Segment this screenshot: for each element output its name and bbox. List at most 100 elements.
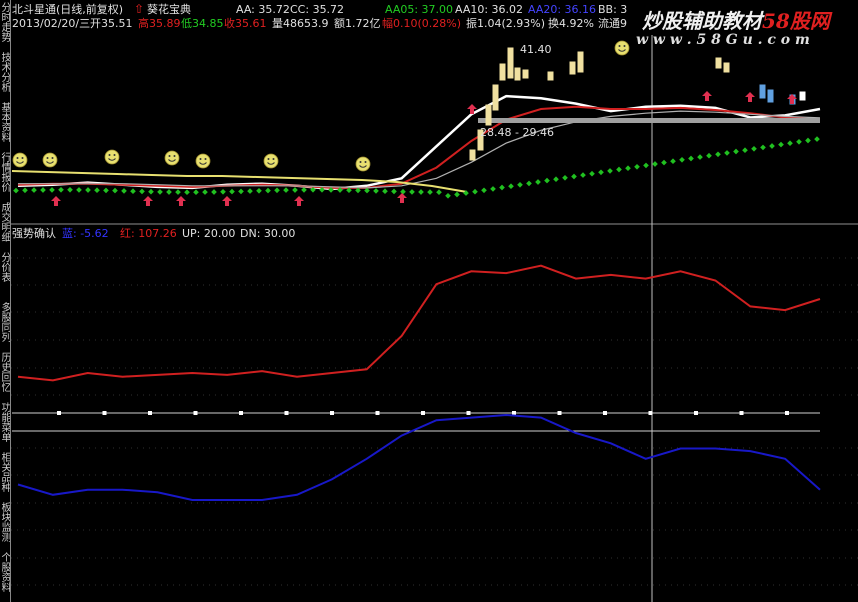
green-dot [274,187,280,194]
candlestick [469,149,476,161]
green-dot [724,150,730,156]
smiley-icon [355,156,371,172]
green-dot [247,188,253,194]
green-dot [553,176,559,183]
green-dot [184,189,190,196]
green-dot [229,188,235,195]
watermark-url: w w w . 5 8 G u . c o m [636,32,810,48]
buy-arrow-icon [745,92,755,102]
reference-marker [648,411,653,415]
candlestick [723,62,730,73]
green-dot [688,155,694,162]
green-dot [535,179,541,185]
green-dot [85,187,91,193]
green-dot [157,189,163,195]
green-dot [607,168,613,174]
buy-arrow-icon [397,193,407,203]
green-dot [697,154,703,160]
buy-arrow-icon [294,196,304,206]
green-dot [805,137,811,144]
candlestick [569,61,576,75]
green-dot [112,187,118,194]
green-dot [265,187,271,194]
reference-marker [375,411,380,415]
green-dot [796,138,802,145]
buy-arrow-icon [222,196,232,206]
green-dot [382,188,388,195]
green-dot [301,187,307,193]
green-dot [193,189,199,196]
green-dot [787,140,793,147]
candlestick [799,91,806,101]
green-dot [661,159,667,166]
candlestick [485,104,492,126]
reference-marker [739,411,744,415]
green-dot [202,189,208,195]
chart-canvas[interactable] [0,0,858,602]
aa05-value: AA05: 37.00 [385,3,454,16]
green-dot [544,177,550,184]
green-dot [508,183,514,190]
green-dot [481,187,487,194]
green-dot [292,187,298,193]
buy-arrow-icon [702,91,712,101]
green-dot [58,186,64,193]
smiley-icon [195,153,211,169]
candlestick [499,63,506,81]
green-dot [400,188,406,195]
candlestick [492,84,499,111]
green-dot [76,187,82,193]
aa-value: AA: 35.72 [236,3,290,16]
float-value: 流通9 [598,17,627,30]
green-dot [22,187,28,194]
green-dot [175,189,181,195]
blue-value: 蓝: -5.62 [62,227,109,240]
candlestick [514,67,521,81]
green-dot [778,141,784,148]
red-value: 红: 107.26 [120,227,177,240]
green-dot [751,145,757,152]
low-value: 低34.85 [181,17,224,30]
arrow-up-icon: ⇧ [134,2,145,16]
high-value: 高35.89 [138,17,181,30]
green-dot [814,136,820,142]
indicator-name: 葵花宝典 [147,3,191,16]
green-dot [391,188,397,195]
green-dot [679,156,685,163]
smiley-icon [263,153,279,169]
buy-arrow-icon [176,196,186,206]
green-dot [454,191,460,198]
green-dot [562,174,568,181]
buy-arrow-icon [51,196,61,206]
green-dot [598,169,604,176]
reference-marker [284,411,289,415]
turnover-value: 换4.92% [548,17,594,30]
reference-marker [102,411,107,415]
close-value: 收35.61 [224,17,267,30]
green-dot [715,151,721,158]
reference-marker [148,411,152,415]
reference-marker [694,411,698,415]
lower-indicator-panel [12,264,821,501]
green-dot [769,143,775,149]
smiley-icon [12,152,28,168]
amount-value: 额1.72亿 [334,17,381,30]
green-dot [238,188,244,195]
green-dot [49,187,55,193]
aa10-value: AA10: 36.02 [455,3,524,16]
green-dot [670,158,676,165]
amplitude-value: 振1.04(2.93%) [466,17,546,30]
smiley-icon [164,150,180,166]
candlestick [759,84,766,99]
green-dot [67,186,73,193]
green-dot [760,144,766,151]
green-dot [517,181,523,188]
green-dot [220,188,226,195]
candlestick [547,71,554,81]
red-strength-line [17,264,821,382]
green-dot [499,184,505,191]
candlestick [522,69,529,79]
reference-marker [193,411,198,415]
green-dot [652,161,658,167]
stock-title: 北斗星通(日线,前复权) [12,3,124,16]
